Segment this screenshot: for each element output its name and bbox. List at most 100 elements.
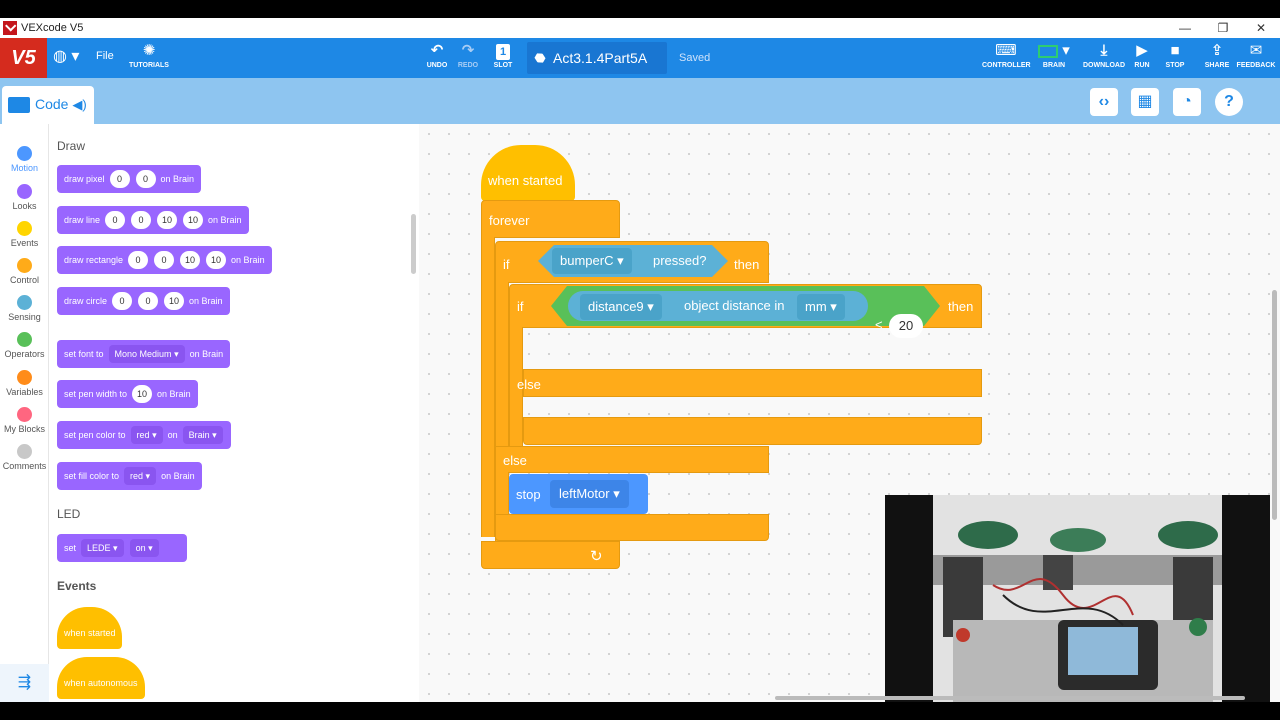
input-slot[interactable]: 0 <box>131 211 152 229</box>
input-slot[interactable]: 0 <box>109 170 130 188</box>
close-button[interactable]: ✕ <box>1242 18 1280 38</box>
language-button[interactable]: ◍ ▾ <box>53 48 79 68</box>
stop-button[interactable]: ■ STOP <box>1162 42 1188 69</box>
comments-dot-icon <box>17 444 32 459</box>
slot-button[interactable]: 1 SLOT <box>491 42 515 69</box>
input-slot[interactable]: 10 <box>132 385 153 403</box>
palette-scrollbar[interactable] <box>411 214 416 274</box>
category-comments[interactable]: Comments <box>0 444 49 471</box>
brain-icon: ▾ <box>1034 42 1074 62</box>
feedback-label: FEEDBACK <box>1236 62 1276 69</box>
input-slot[interactable]: 10 <box>206 251 227 269</box>
color-dropdown[interactable]: red ▾ <box>124 467 157 485</box>
input-slot[interactable]: 10 <box>183 211 204 229</box>
state-dropdown[interactable]: on ▾ <box>129 539 159 557</box>
file-menu[interactable]: File <box>96 50 114 62</box>
motor-dropdown[interactable]: leftMotor ▾ <box>550 480 629 508</box>
download-button[interactable]: ⤓ DOWNLOAD <box>1082 42 1126 69</box>
feedback-button[interactable]: ✉ FEEDBACK <box>1236 42 1276 69</box>
block-set-led[interactable]: set LEDE ▾ on ▾ <box>57 534 187 562</box>
sensing-bumper-pressed[interactable]: bumperC ▾ pressed? <box>538 245 728 277</box>
color-dropdown[interactable]: red ▾ <box>130 426 163 444</box>
outer-if-arm <box>495 282 509 447</box>
motion-dot-icon <box>17 146 32 161</box>
share-icon: ⇪ <box>1210 42 1224 59</box>
block-set-pen-width[interactable]: set pen width to 10 on Brain <box>57 380 198 408</box>
input-slot[interactable]: 10 <box>180 251 201 269</box>
input-slot[interactable]: 0 <box>154 251 175 269</box>
block-text: if <box>517 299 524 314</box>
undo-label: UNDO <box>426 62 448 69</box>
block-text: forever <box>489 213 530 228</box>
input-slot[interactable]: 0 <box>128 251 149 269</box>
block-set-font[interactable]: set font to Mono Medium ▾ on Brain <box>57 340 231 368</box>
device-dropdown[interactable]: Brain ▾ <box>182 426 223 444</box>
block-draw-line[interactable]: draw line 0 0 10 10 on Brain <box>57 206 249 234</box>
block-text: else <box>503 453 527 468</box>
share-button[interactable]: ⇪ SHARE <box>1203 42 1231 69</box>
block-text: set pen width to <box>64 389 128 399</box>
forever-arm <box>481 237 495 537</box>
loop-arrow-icon: ↻ <box>590 548 603 565</box>
category-label: Looks <box>12 201 37 211</box>
dashboard-button[interactable]: ◔ <box>1173 88 1201 116</box>
category-operators[interactable]: Operators <box>0 332 49 359</box>
input-slot[interactable]: 0 <box>135 170 156 188</box>
minimize-button[interactable]: — <box>1166 18 1204 38</box>
input-slot[interactable]: 0 <box>138 292 159 310</box>
extensions-button[interactable]: ⇶ <box>0 664 49 702</box>
input-slot[interactable]: 10 <box>157 211 178 229</box>
script-forever[interactable]: forever <box>481 200 620 238</box>
workspace-horizontal-scrollbar[interactable] <box>775 696 1245 700</box>
script-outer-else[interactable]: else <box>495 446 769 473</box>
category-events[interactable]: Events <box>0 221 49 248</box>
tutorials-button[interactable]: ✺ TUTORIALS <box>128 42 170 69</box>
category-motion[interactable]: Motion <box>0 146 49 173</box>
block-draw-pixel[interactable]: draw pixel 0 0 on Brain <box>57 165 202 193</box>
workspace-vertical-scrollbar[interactable] <box>1272 290 1277 520</box>
redo-button[interactable]: ↷ REDO <box>456 42 480 69</box>
controller-button[interactable]: ⌨ CONTROLLER <box>982 42 1031 69</box>
led-dropdown[interactable]: LEDE ▾ <box>81 539 124 557</box>
category-looks[interactable]: Looks <box>0 184 49 211</box>
control-dot-icon <box>17 258 32 273</box>
compare-value-input[interactable]: 20 <box>889 314 923 338</box>
code-viewer-button[interactable]: ‹› <box>1090 88 1118 116</box>
category-my-blocks[interactable]: My Blocks <box>0 407 49 434</box>
speaker-icon[interactable]: ◀) <box>72 97 86 112</box>
undo-button[interactable]: ↶ UNDO <box>425 42 449 69</box>
input-slot[interactable]: 0 <box>105 211 126 229</box>
maximize-button[interactable]: ❐ <box>1204 18 1242 38</box>
category-label: Control <box>9 275 39 285</box>
input-slot[interactable]: 0 <box>112 292 133 310</box>
bumper-dropdown[interactable]: bumperC ▾ <box>552 248 632 274</box>
block-set-pen-color[interactable]: set pen color to red ▾ on Brain ▾ <box>57 421 231 449</box>
category-sensing[interactable]: Sensing <box>0 295 49 322</box>
script-inner-else[interactable]: else <box>517 369 982 397</box>
devices-button[interactable]: ▦ <box>1131 88 1159 116</box>
block-draw-rectangle[interactable]: draw rectangle 0 0 10 10 on Brain <box>57 246 272 274</box>
unit-dropdown[interactable]: mm ▾ <box>797 294 845 320</box>
brain-button[interactable]: ▾ BRAIN <box>1034 42 1074 69</box>
run-button[interactable]: ▶ RUN <box>1130 42 1154 69</box>
block-when-autonomous[interactable]: when autonomous <box>57 657 145 699</box>
category-label: Motion <box>10 163 38 173</box>
vex-logo-icon <box>3 21 17 35</box>
dropdown-value: bumperC <box>560 253 614 268</box>
block-set-fill-color[interactable]: set fill color to red ▾ on Brain <box>57 462 202 490</box>
feedback-icon: ✉ <box>1249 42 1263 59</box>
category-control[interactable]: Control <box>0 258 49 285</box>
script-stop-motor[interactable]: stop leftMotor ▾ <box>509 474 648 514</box>
block-draw-circle[interactable]: draw circle 0 0 10 on Brain <box>57 287 230 315</box>
input-slot[interactable]: 10 <box>164 292 185 310</box>
tab-code[interactable]: Code ◀) <box>2 86 94 124</box>
help-button[interactable]: ? <box>1215 88 1243 116</box>
font-dropdown[interactable]: Mono Medium ▾ <box>108 345 185 363</box>
project-name-field[interactable]: Act3.1.4Part5A <box>527 42 667 74</box>
block-text: draw circle <box>64 296 108 306</box>
sensing-object-distance[interactable]: distance9 ▾ object distance in mm ▾ <box>568 291 868 321</box>
distance-sensor-dropdown[interactable]: distance9 ▾ <box>580 294 662 320</box>
category-variables[interactable]: Variables <box>0 370 49 397</box>
block-text: pressed? <box>653 253 707 268</box>
dropdown-value: red <box>136 430 150 440</box>
